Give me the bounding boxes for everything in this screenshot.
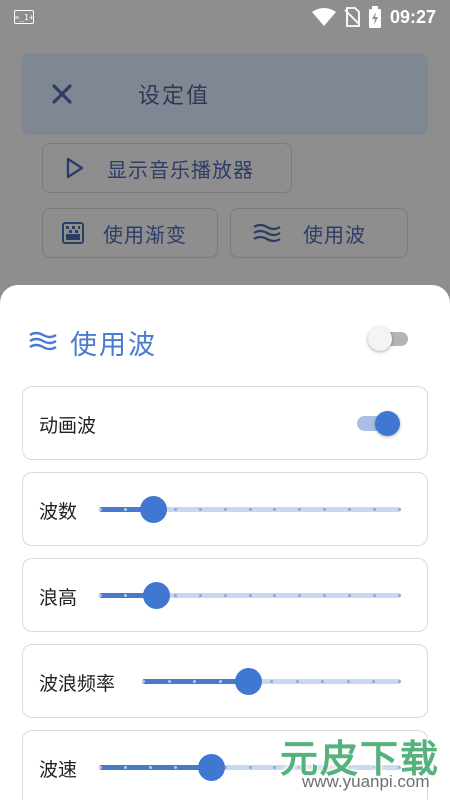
animated-wave-card: 动画波 (22, 386, 428, 460)
wave-frequency-label: 波浪频率 (39, 672, 116, 695)
slider-tick (347, 680, 350, 683)
slider-tick (124, 766, 127, 769)
slider-tick (249, 594, 252, 597)
watermark-url: www.yuanpi.com (302, 772, 430, 791)
page-title: 设定值 (138, 84, 211, 109)
slider-fill (99, 765, 211, 770)
slider-tick (270, 680, 273, 683)
slider-tick (199, 594, 202, 597)
slider-tick (323, 508, 326, 511)
slider-tick (348, 594, 351, 597)
slider-tick (398, 508, 401, 511)
wave-count-card: 波数 (22, 472, 428, 546)
slider-tick (174, 508, 177, 511)
wave-speed-label: 波速 (39, 758, 78, 781)
sheet-header: 使用波 (28, 323, 157, 362)
slider-tick (249, 508, 252, 511)
use-gradient-button[interactable]: 使用渐变 (42, 208, 218, 258)
slider-tick (398, 594, 401, 597)
use-wave-label: 使用波 (303, 222, 366, 247)
wave-frequency-slider[interactable] (142, 645, 401, 719)
slider-tick (142, 680, 145, 683)
wave-height-label: 浪高 (39, 586, 78, 609)
terminal-icon: >_1+ (14, 10, 34, 24)
slider-tick (298, 594, 301, 597)
slider-tick (149, 766, 152, 769)
wave-count-label: 波数 (39, 500, 78, 523)
wifi-icon (311, 8, 336, 26)
slider-tick (323, 594, 326, 597)
status-time: 09:27 (389, 6, 436, 27)
slider-thumb[interactable] (198, 754, 225, 781)
toggle-knob (368, 327, 392, 351)
slider-thumb[interactable] (143, 582, 170, 609)
slider-tick (219, 680, 222, 683)
slider-tick (298, 508, 301, 511)
gradient-icon (43, 222, 103, 244)
slider-tick (168, 680, 171, 683)
wave-frequency-card: 波浪频率 (22, 644, 428, 718)
slider-tick (273, 594, 276, 597)
slider-tick (174, 766, 177, 769)
slider-thumb[interactable] (140, 496, 167, 523)
slider-tick (99, 594, 102, 597)
use-wave-toggle[interactable] (368, 327, 410, 351)
slider-tick (273, 508, 276, 511)
slider-tick (348, 508, 351, 511)
use-gradient-label: 使用渐变 (103, 222, 187, 247)
slider-tick (373, 508, 376, 511)
slider-tick (124, 508, 127, 511)
slider-tick (398, 680, 401, 683)
slider-tick (373, 594, 376, 597)
no-sim-icon (344, 7, 360, 27)
slider-tick (372, 680, 375, 683)
slider-tick (99, 766, 102, 769)
show-music-player-label: 显示音乐播放器 (107, 157, 254, 182)
slider-tick (321, 680, 324, 683)
wave-height-card: 浪高 (22, 558, 428, 632)
slider-tick (199, 508, 202, 511)
wave-icon (231, 223, 303, 243)
settings-header: 设定值 (22, 53, 428, 135)
slider-thumb[interactable] (235, 668, 262, 695)
play-icon (43, 157, 107, 179)
watermark: 元皮下载 www.yuanpi.com (266, 722, 450, 800)
slider-tick (249, 766, 252, 769)
wave-count-slider[interactable] (99, 473, 401, 547)
toggle-knob (375, 411, 400, 436)
use-wave-button[interactable]: 使用波 (230, 208, 408, 258)
battery-charging-icon (368, 6, 381, 28)
wave-icon (28, 330, 58, 356)
show-music-player-button[interactable]: 显示音乐播放器 (42, 143, 292, 193)
slider-tick (224, 508, 227, 511)
animated-wave-toggle[interactable] (357, 411, 401, 436)
slider-tick (193, 680, 196, 683)
animated-wave-label: 动画波 (39, 414, 97, 437)
slider-tick (99, 508, 102, 511)
status-bar: >_1+ 09:27 (0, 0, 450, 34)
slider-tick (174, 594, 177, 597)
slider-tick (124, 594, 127, 597)
slider-tick (296, 680, 299, 683)
close-icon[interactable] (22, 83, 102, 105)
wave-height-slider[interactable] (99, 559, 401, 633)
sheet-title: 使用波 (70, 330, 157, 361)
slider-tick (224, 594, 227, 597)
